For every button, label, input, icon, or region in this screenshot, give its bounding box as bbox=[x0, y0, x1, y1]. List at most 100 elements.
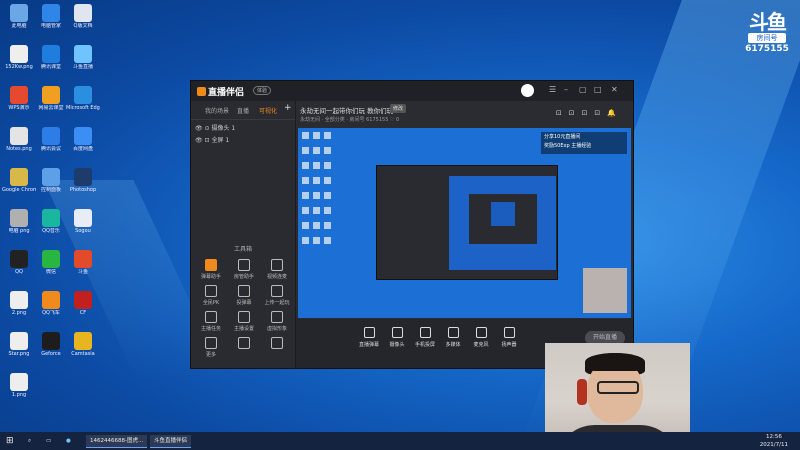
desktop-icon[interactable]: 腾讯课堂 bbox=[34, 45, 68, 70]
desktop-icon[interactable]: 百度网盘 bbox=[66, 127, 100, 152]
toolbox-item[interactable]: 虚拟形象 bbox=[261, 311, 293, 332]
app-name: 直播伴侣 bbox=[208, 88, 245, 98]
restore-icon[interactable]: ▢ bbox=[579, 85, 587, 94]
system-clock[interactable]: 12:56 2021/7/11 bbox=[760, 433, 788, 449]
preview-tile bbox=[324, 207, 331, 214]
stream-preview[interactable]: 分享10元直播间 奖励50Exp 主播经验 bbox=[298, 128, 631, 318]
preview-tile bbox=[302, 177, 309, 184]
toolbar-icon bbox=[419, 327, 431, 338]
desktop-icon[interactable]: 152Kw.png bbox=[2, 45, 36, 70]
tab-visual[interactable]: 可视化 bbox=[259, 106, 277, 115]
desktop-icon[interactable]: 电脑 png bbox=[2, 209, 36, 234]
desktop-icon[interactable]: 控制面板 bbox=[34, 168, 68, 193]
desktop-icon[interactable]: 此电脑 bbox=[2, 4, 36, 29]
desktop-icon[interactable]: 电脑管家 bbox=[34, 4, 68, 29]
desktop-icon-label: 腾讯会议 bbox=[40, 146, 61, 152]
app-icon[interactable]: ● bbox=[66, 435, 71, 447]
tool-icon bbox=[238, 311, 250, 323]
layer-label: 摄像头 1 bbox=[211, 125, 236, 132]
preview-tile bbox=[324, 222, 331, 229]
toolbar-item[interactable]: 手机投屏 bbox=[412, 327, 438, 348]
desktop-icon[interactable]: 网易云课堂 bbox=[34, 86, 68, 111]
desktop-icon[interactable]: CF bbox=[66, 291, 100, 316]
toolbox-item[interactable]: 上传一起玩 bbox=[261, 285, 293, 306]
desktop-icon[interactable]: Star.png bbox=[2, 332, 36, 357]
tool-label: 全民PK bbox=[202, 300, 220, 306]
layer-item[interactable]: 👁 ⊙ 摄像头 1 bbox=[195, 123, 235, 132]
preview-tile bbox=[324, 192, 331, 199]
tool-label: 房管助手 bbox=[233, 274, 254, 280]
desktop-icon[interactable]: Camtasia bbox=[66, 332, 100, 357]
toolbar-item[interactable]: 直播弹幕 bbox=[356, 327, 382, 348]
promo-line: 奖励50Exp 主播经验 bbox=[544, 143, 592, 149]
layer-item[interactable]: 👁 ⊡ 全屏 1 bbox=[195, 135, 229, 144]
tab-live[interactable]: 直播 bbox=[237, 106, 249, 115]
toolbox-item[interactable] bbox=[261, 337, 293, 351]
maximize-icon[interactable]: □ bbox=[594, 85, 602, 94]
desktop-icon[interactable]: 1.png bbox=[2, 373, 36, 398]
toolbox-item[interactable]: 房管助手 bbox=[228, 259, 260, 280]
preview-tile bbox=[313, 177, 320, 184]
desktop-icon[interactable]: Notes.png bbox=[2, 127, 36, 152]
desktop-icon[interactable]: WPS演示 bbox=[2, 86, 36, 111]
toolbox-item[interactable]: 投弹幕 bbox=[228, 285, 260, 306]
desktop-icon-label: CF bbox=[79, 310, 87, 316]
menu-icon[interactable]: ☰ bbox=[549, 85, 556, 94]
tool-icon bbox=[205, 337, 217, 349]
clock-time: 12:56 bbox=[765, 434, 782, 440]
toolbox-item[interactable]: 主播任务 bbox=[195, 311, 227, 332]
desktop-icon[interactable]: Geforce bbox=[34, 332, 68, 357]
desktop-icon-label: Camtasia bbox=[71, 351, 95, 357]
desktop-icon[interactable]: 腾讯会议 bbox=[34, 127, 68, 152]
desktop-icon[interactable]: QQ bbox=[2, 250, 36, 275]
toolbox-item[interactable]: 主播设置 bbox=[228, 311, 260, 332]
toolbar-icon bbox=[363, 327, 375, 338]
toolbar-item[interactable]: 扬声器 bbox=[496, 327, 522, 348]
taskbar-app[interactable]: 1462446688-图虎... bbox=[86, 435, 148, 448]
desktop-icon[interactable]: 微信 bbox=[34, 250, 68, 275]
toolbox-item[interactable]: 弹幕助手 bbox=[195, 259, 227, 280]
toolbox-item[interactable]: 视频连麦 bbox=[261, 259, 293, 280]
minimize-icon[interactable]: – bbox=[564, 85, 568, 94]
desktop-icon-label: 电脑 png bbox=[8, 228, 30, 234]
desktop-icon[interactable]: Microsoft Edge bbox=[66, 86, 100, 111]
add-scene-icon[interactable]: + bbox=[284, 103, 292, 113]
desktop-icon[interactable]: Google Chrome bbox=[2, 168, 36, 193]
taskbar-app[interactable]: 斗鱼直播伴侣 bbox=[150, 435, 192, 448]
desktop-icon[interactable]: QQ飞车 bbox=[34, 291, 68, 316]
task-view-icon[interactable]: ▭ bbox=[46, 435, 51, 447]
toolbox-item[interactable]: 全民PK bbox=[195, 285, 227, 306]
toolbar-item[interactable]: 多媒体 bbox=[440, 327, 466, 348]
toolbox-title: 工具箱 bbox=[233, 246, 252, 253]
app-icon bbox=[10, 168, 28, 186]
desktop-icon[interactable]: Q版文档 bbox=[66, 4, 100, 29]
close-icon[interactable]: ✕ bbox=[611, 85, 618, 94]
desktop-icon[interactable]: 2.png bbox=[2, 291, 36, 316]
douyu-logo: 斗鱼 bbox=[749, 10, 787, 34]
toolbox-item[interactable]: 更多 bbox=[195, 337, 227, 358]
search-icon[interactable]: ⌕ bbox=[28, 435, 31, 447]
beta-badge: 体验 bbox=[253, 86, 272, 95]
app-icon bbox=[42, 4, 60, 22]
desktop-icon-label: WPS演示 bbox=[8, 105, 30, 111]
app-icon bbox=[42, 209, 60, 227]
toolbar-item[interactable]: 麦克风 bbox=[468, 327, 494, 348]
desktop-icon[interactable]: QQ音乐 bbox=[34, 209, 68, 234]
desktop-icon[interactable]: Sogou bbox=[66, 209, 100, 234]
toolbar-label: 扬声器 bbox=[501, 342, 517, 348]
app-icon bbox=[10, 127, 28, 145]
tool-label: 视频连麦 bbox=[266, 274, 287, 280]
desktop-icon[interactable]: Photoshop bbox=[66, 168, 100, 193]
toolbar-item[interactable]: 摄像头 bbox=[384, 327, 410, 348]
desktop-icon[interactable]: 斗鱼直播 bbox=[66, 45, 100, 70]
header-icons[interactable]: ⊡⊡⊡⊡🔔 bbox=[556, 109, 623, 117]
toolbox-item[interactable] bbox=[228, 337, 260, 351]
layer-label: 全屏 1 bbox=[211, 137, 230, 144]
edit-title-button[interactable]: 修改 bbox=[390, 104, 407, 113]
tab-scenes[interactable]: 我的场景 bbox=[205, 106, 229, 115]
desktop-icon[interactable]: 斗鱼 bbox=[66, 250, 100, 275]
toolbar-icon bbox=[447, 327, 459, 338]
preview-tile bbox=[302, 207, 309, 214]
user-avatar[interactable] bbox=[521, 84, 534, 97]
start-button[interactable]: ⊞ bbox=[6, 435, 14, 447]
